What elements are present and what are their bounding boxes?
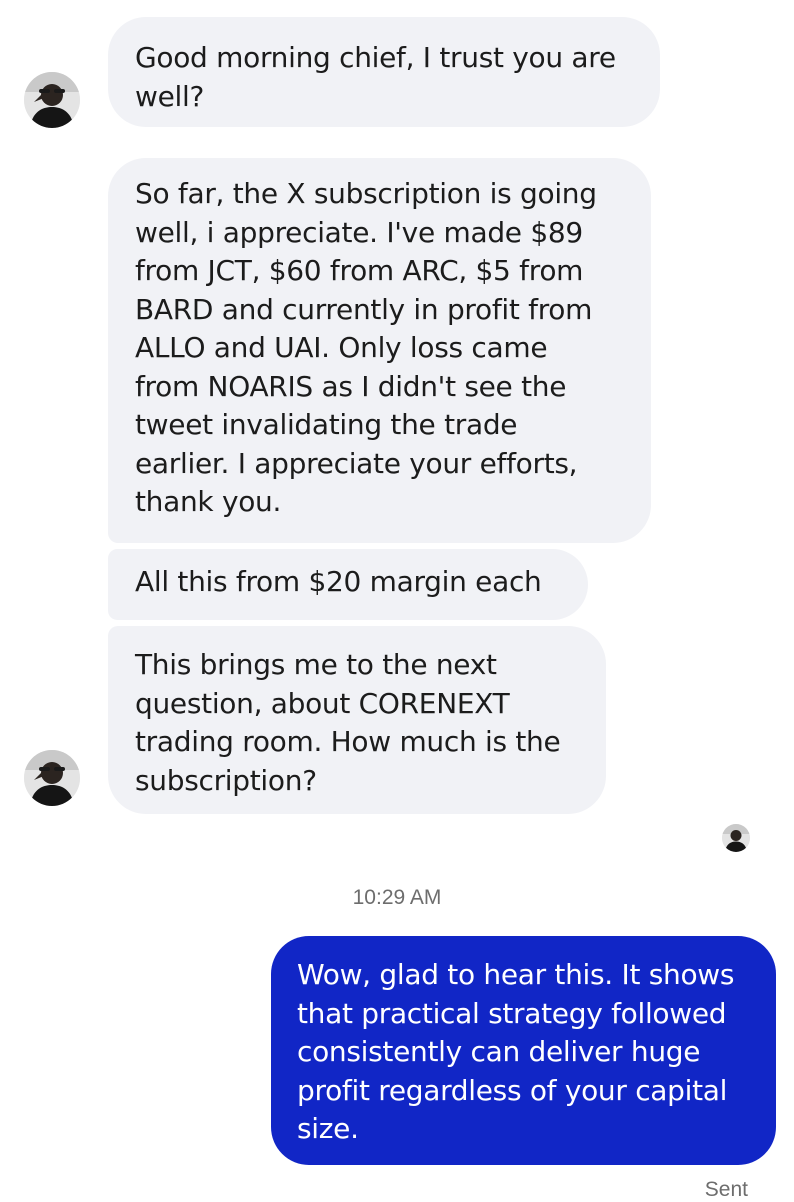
read-receipt-avatar [722,824,750,852]
incoming-message[interactable]: All this from $20 margin each [108,549,588,620]
person-avatar-icon [24,750,80,806]
incoming-message[interactable]: So far, the X subscription is going well… [108,158,651,543]
person-avatar-icon [722,824,750,852]
delivery-status: Sent [704,1178,748,1201]
sender-avatar[interactable] [24,750,80,806]
incoming-message[interactable]: Good morning chief, I trust you are well… [108,17,660,127]
outgoing-message[interactable]: Wow, glad to hear this. It shows that pr… [271,936,776,1165]
message-timestamp: 10:29 AM [352,886,442,909]
incoming-message[interactable]: This brings me to the next question, abo… [108,626,606,814]
sender-avatar[interactable] [24,72,80,128]
person-avatar-icon [24,72,80,128]
